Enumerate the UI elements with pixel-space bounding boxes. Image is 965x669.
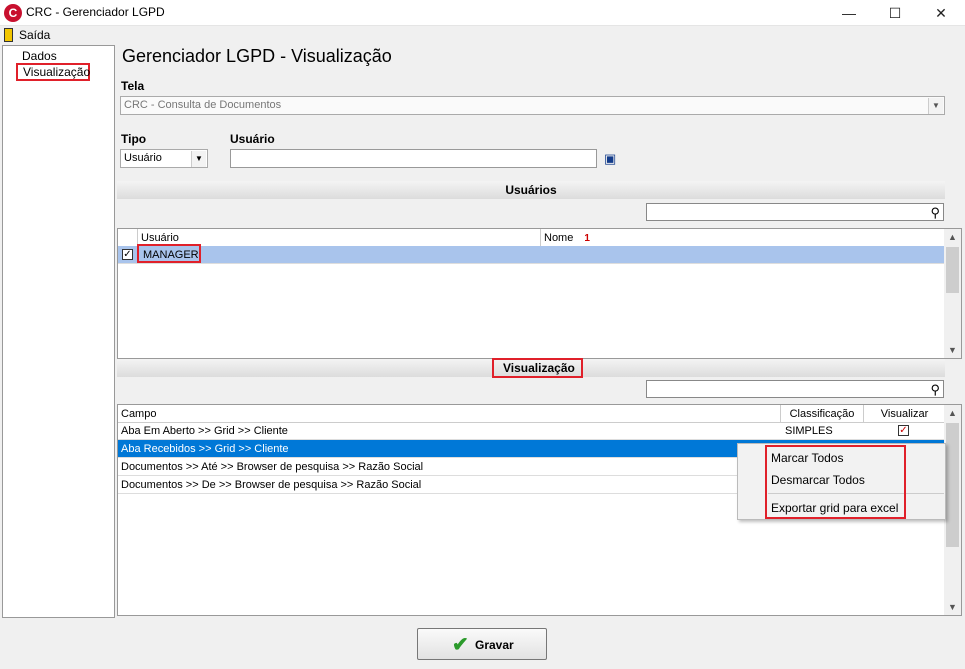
visualization-search-input[interactable]: ⚲ xyxy=(646,380,944,398)
scroll-up-icon[interactable]: ▲ xyxy=(944,229,961,245)
vis-col-campo[interactable]: Campo xyxy=(118,405,781,423)
title-bar: C CRC - Gerenciador LGPD — ☐ ✕ xyxy=(0,0,965,26)
users-grid-col-check xyxy=(118,229,138,247)
table-row[interactable]: ✓ MANAGER xyxy=(118,246,945,264)
minimize-button[interactable]: — xyxy=(826,0,872,26)
visualization-grid-scrollbar[interactable]: ▲ ▼ xyxy=(944,405,961,615)
app-logo-icon: C xyxy=(4,4,22,22)
table-row[interactable]: Aba Em Aberto >> Grid >> Cliente SIMPLES… xyxy=(118,422,945,440)
tipo-label: Tipo xyxy=(121,132,147,146)
tipo-select-value: Usuário xyxy=(124,152,162,164)
vis-col-visualizar[interactable]: Visualizar xyxy=(864,405,945,423)
usuario-label: Usuário xyxy=(230,132,275,146)
usuario-input[interactable] xyxy=(230,149,597,168)
vis-cell-campo: Documentos >> Até >> Browser de pesquisa… xyxy=(121,461,424,473)
checkmark-icon: ✔ xyxy=(452,634,469,656)
highlight-box xyxy=(765,445,906,519)
save-button[interactable]: ✔ Gravar xyxy=(417,628,547,660)
table-row[interactable]: Documentos >> Até >> Browser de pesquisa… xyxy=(118,458,738,476)
table-row[interactable]: Documentos >> De >> Browser de pesquisa … xyxy=(118,476,738,494)
exit-door-icon[interactable] xyxy=(4,28,13,42)
window-title: CRC - Gerenciador LGPD xyxy=(26,5,165,19)
scroll-up-icon[interactable]: ▲ xyxy=(944,405,961,421)
scroll-down-icon[interactable]: ▼ xyxy=(944,599,961,615)
tela-select-value: CRC - Consulta de Documentos xyxy=(124,99,282,111)
visualization-section-title: Visualização xyxy=(503,361,575,375)
tree-item-visualizacao[interactable]: Visualização xyxy=(23,65,90,79)
chevron-down-icon: ▼ xyxy=(191,151,206,167)
menu-bar xyxy=(0,26,965,45)
users-section-header: Usuários xyxy=(117,181,945,199)
menu-exit[interactable]: Saída xyxy=(19,28,50,42)
users-grid-scrollbar[interactable]: ▲ ▼ xyxy=(944,229,961,358)
visualization-grid-header: Campo Classificação Visualizar xyxy=(118,405,961,423)
navigation-tree xyxy=(2,45,115,618)
vis-cell-campo: Aba Em Aberto >> Grid >> Cliente xyxy=(121,425,288,437)
vis-cell-campo: Documentos >> De >> Browser de pesquisa … xyxy=(121,479,422,491)
tree-item-dados[interactable]: Dados xyxy=(22,49,57,63)
sort-order-icon: 1 xyxy=(584,233,590,244)
binoculars-search-icon[interactable]: ▣ xyxy=(604,151,616,167)
highlight-box xyxy=(137,244,201,263)
visualizar-checkbox[interactable]: ✓ xyxy=(898,425,909,436)
scroll-thumb[interactable] xyxy=(946,247,959,293)
users-grid-header: Usuário Nome 1 xyxy=(118,229,961,247)
users-col-nome-label: Nome xyxy=(544,232,574,244)
tela-label: Tela xyxy=(121,79,145,93)
row-checkbox[interactable]: ✓ xyxy=(122,249,133,260)
vis-cell-classificacao: SIMPLES xyxy=(785,425,833,437)
users-col-nome[interactable]: Nome 1 xyxy=(541,229,945,247)
vis-cell-campo: Aba Recebidos >> Grid >> Cliente xyxy=(121,443,289,455)
search-icon[interactable]: ⚲ xyxy=(930,382,940,398)
maximize-button[interactable]: ☐ xyxy=(872,0,918,26)
close-button[interactable]: ✕ xyxy=(918,0,964,26)
scroll-thumb[interactable] xyxy=(946,423,959,547)
users-grid: Usuário Nome 1 ✓ MANAGER ▲ ▼ xyxy=(117,228,962,359)
search-icon[interactable]: ⚲ xyxy=(930,205,940,221)
tela-select[interactable]: CRC - Consulta de Documentos ▼ xyxy=(120,96,945,115)
vis-col-classificacao[interactable]: Classificação xyxy=(781,405,864,423)
chevron-down-icon: ▼ xyxy=(928,98,943,114)
scroll-down-icon[interactable]: ▼ xyxy=(944,342,961,358)
tipo-select[interactable]: Usuário ▼ xyxy=(120,149,208,168)
page-title: Gerenciador LGPD - Visualização xyxy=(122,46,392,66)
users-search-input[interactable]: ⚲ xyxy=(646,203,944,221)
save-button-label: Gravar xyxy=(475,638,514,652)
